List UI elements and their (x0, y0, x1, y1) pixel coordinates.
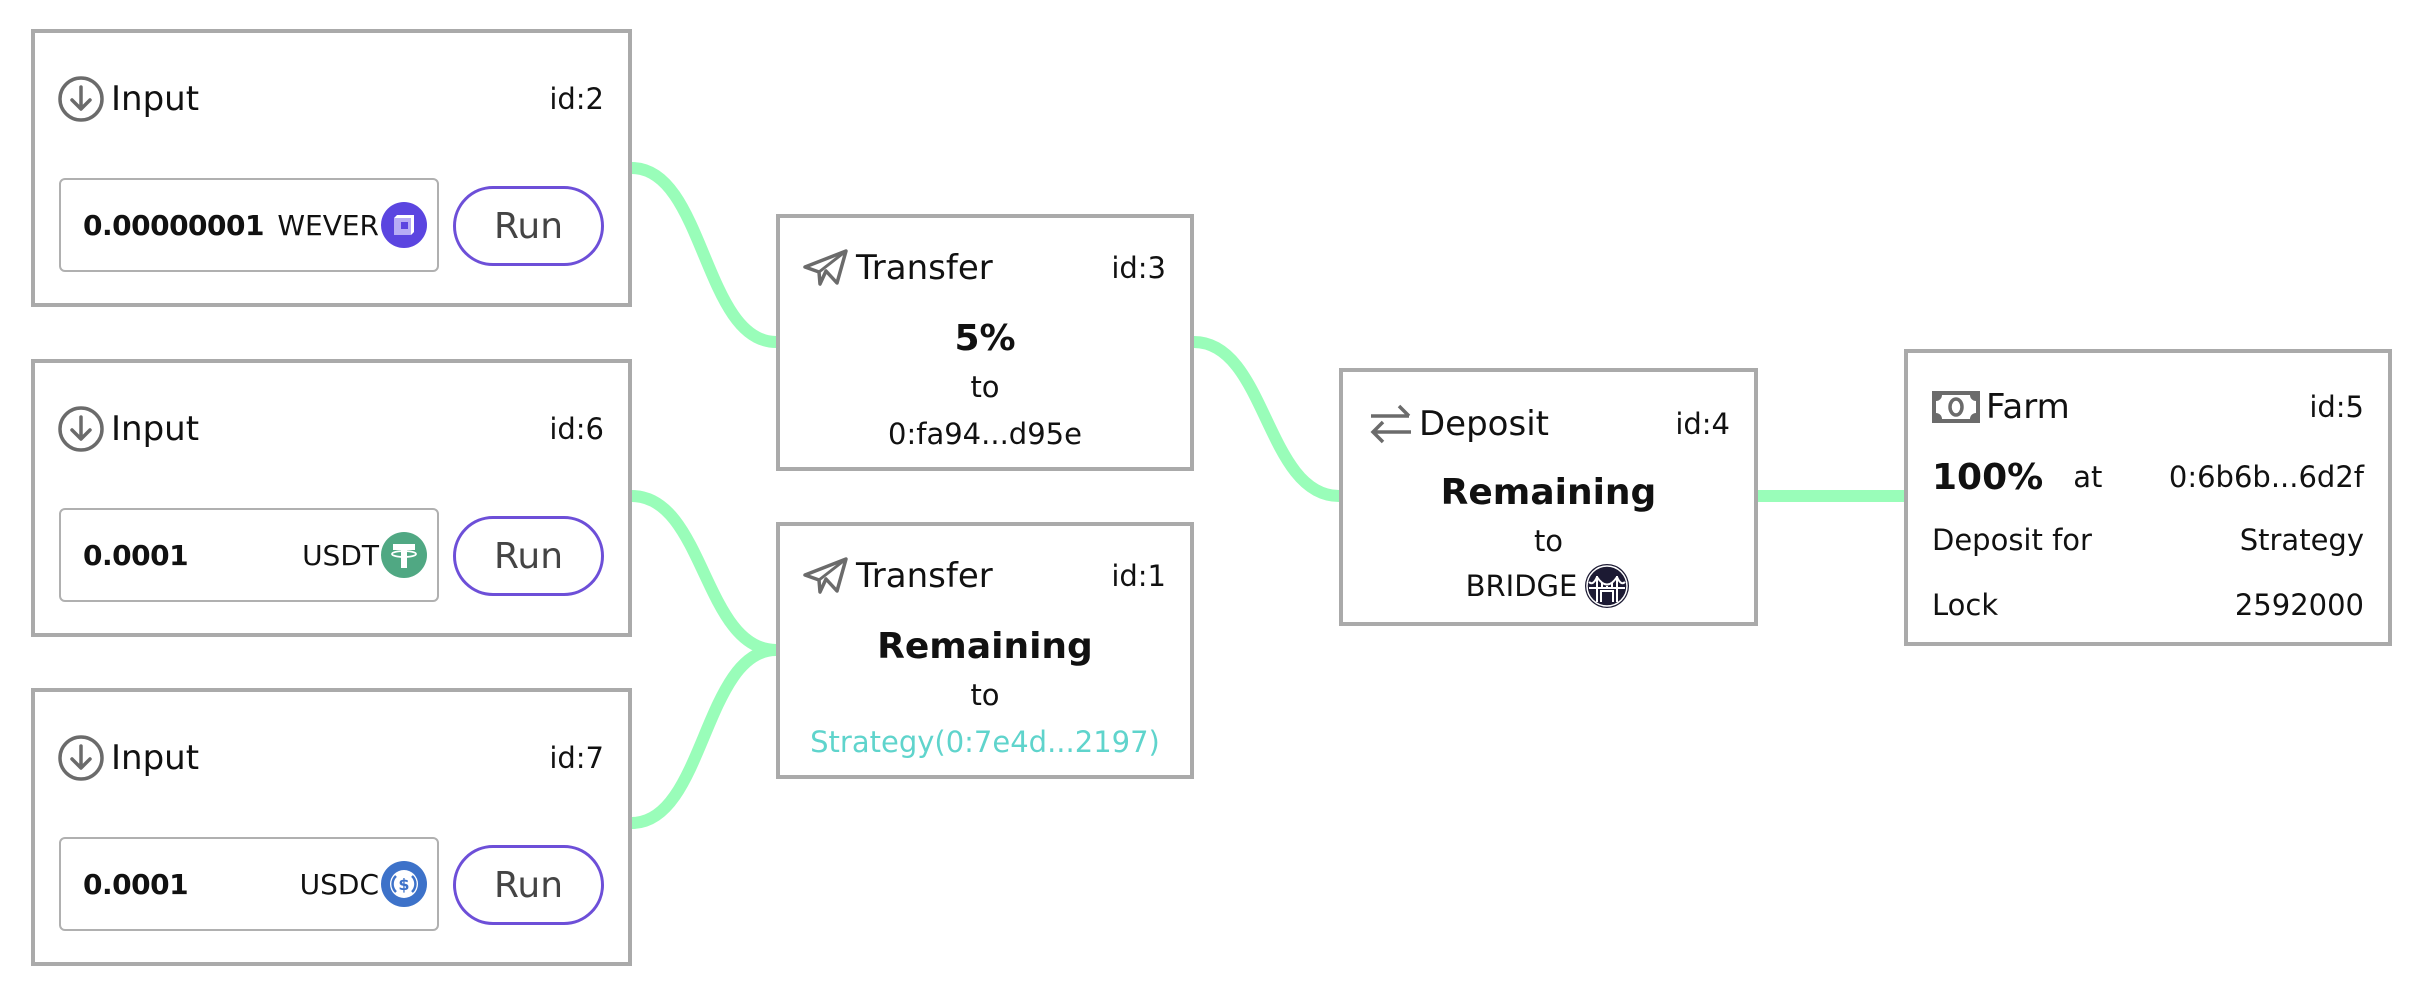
input-node-7[interactable]: Input id:7 0.0001 USDC $ Run (31, 688, 632, 966)
node-title: Transfer (856, 556, 993, 596)
lock-row: Lock 2592000 (1932, 585, 2364, 625)
amount-input[interactable]: 0.00000001 WEVER (59, 178, 439, 272)
banknote-icon (1932, 391, 1980, 423)
paper-plane-icon (802, 556, 850, 596)
lock-value: 2592000 (2234, 588, 2364, 622)
deposit-for-row: Deposit for Strategy (1932, 520, 2364, 560)
node-header: Farm id:5 (1932, 381, 2388, 433)
amount-value: 0.0001 (83, 538, 189, 572)
run-button[interactable]: Run (453, 516, 604, 596)
farm-percent: 100% (1932, 456, 2044, 498)
node-title: Deposit (1419, 404, 1549, 444)
node-header: Input id:7 (57, 732, 628, 784)
input-node-2[interactable]: Input id:2 0.00000001 WEVER Run (31, 29, 632, 307)
edge-input7-transfer1 (631, 644, 777, 829)
paper-plane-icon (802, 248, 850, 288)
node-header: Deposit id:4 (1369, 396, 1754, 452)
amount-value: 0.0001 (83, 867, 189, 901)
transfer-node-1[interactable]: Transfer id:1 Remaining to Strategy(0:7e… (776, 522, 1194, 779)
node-id: id:4 (1675, 407, 1730, 441)
to-label: to (970, 678, 1000, 712)
swap-arrows-icon (1369, 402, 1413, 446)
at-label: at (2073, 460, 2103, 494)
node-header: Transfer id:1 (802, 548, 1190, 604)
recipient-address: 0:fa94...d95e (888, 417, 1082, 451)
arrow-down-circle-icon (57, 75, 105, 123)
strategy-link[interactable]: Strategy(0:7e4d...2197) (780, 725, 1190, 759)
node-id: id:2 (549, 82, 604, 116)
transfer-node-3[interactable]: Transfer id:3 5% to 0:fa94...d95e (776, 214, 1194, 471)
svg-text:$: $ (398, 875, 409, 894)
deposit-node-4[interactable]: Deposit id:4 Remaining to BRIDGE (1339, 368, 1758, 626)
recipient-name: BRIDGE (1465, 569, 1578, 603)
run-button[interactable]: Run (453, 186, 604, 266)
bridge-icon (1583, 562, 1631, 610)
recipient-row: BRIDGE (1343, 562, 1754, 610)
node-id: id:6 (549, 412, 604, 446)
node-title: Input (111, 738, 200, 778)
node-id: id:7 (549, 741, 604, 775)
deposit-for-label: Deposit for (1932, 523, 2092, 557)
to-label: to (970, 370, 1000, 404)
transfer-amount: Remaining (877, 626, 1093, 667)
amount-value: 0.00000001 (83, 208, 264, 242)
deposit-for-value: Strategy (2239, 523, 2364, 557)
token-symbol: USDC (299, 867, 379, 901)
farm-node-5[interactable]: Farm id:5 100% at 0:6b6b...6d2f Deposit … (1904, 349, 2392, 646)
edge-input6-transfer1 (631, 490, 777, 656)
wever-icon (381, 202, 427, 248)
deposit-amount: Remaining (1440, 472, 1657, 513)
node-header: Input id:6 (57, 403, 628, 455)
farm-address: 0:6b6b...6d2f (2168, 460, 2364, 494)
run-button[interactable]: Run (453, 845, 604, 925)
input-node-6[interactable]: Input id:6 0.0001 USDT Run (31, 359, 632, 637)
node-header: Transfer id:3 (802, 240, 1190, 296)
farm-target-row: 100% at 0:6b6b...6d2f (1932, 453, 2364, 501)
arrow-down-circle-icon (57, 734, 105, 782)
token-symbol: WEVER (277, 208, 379, 242)
usdc-icon: $ (381, 861, 427, 907)
edge-transfer3-deposit4 (1193, 336, 1340, 502)
to-label: to (1533, 524, 1564, 558)
node-title: Input (111, 79, 200, 119)
node-title: Farm (1986, 387, 2070, 427)
node-title: Transfer (856, 248, 993, 288)
token-symbol: USDT (302, 538, 379, 572)
amount-input[interactable]: 0.0001 USDT (59, 508, 439, 602)
amount-input[interactable]: 0.0001 USDC $ (59, 837, 439, 931)
node-id: id:1 (1111, 559, 1166, 593)
node-title: Input (111, 409, 200, 449)
node-header: Input id:2 (57, 73, 628, 125)
lock-label: Lock (1932, 588, 1999, 622)
edge-input2-transfer3 (631, 162, 777, 348)
arrow-down-circle-icon (57, 405, 105, 453)
transfer-amount: 5% (954, 318, 1016, 359)
node-id: id:5 (2309, 390, 2364, 424)
node-id: id:3 (1111, 251, 1166, 285)
usdt-icon (381, 532, 427, 578)
